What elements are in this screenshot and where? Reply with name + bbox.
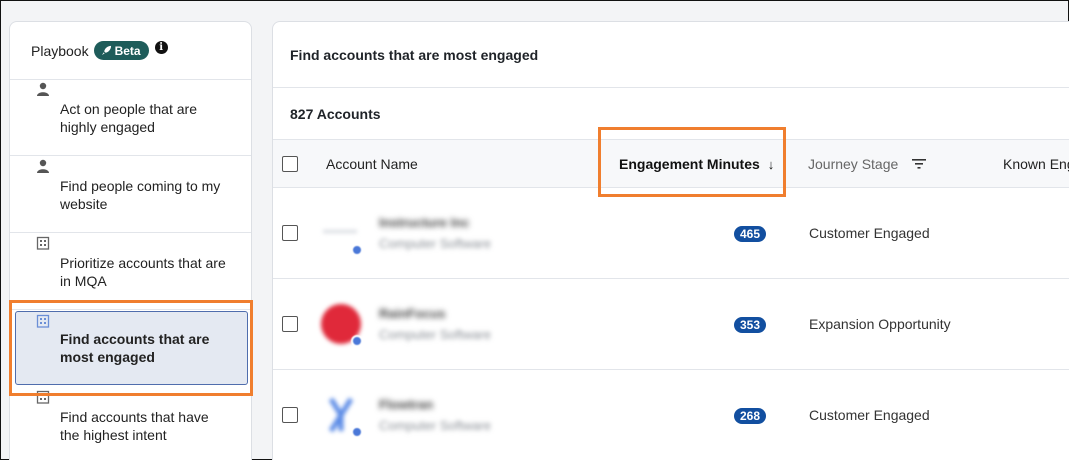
row-checkbox[interactable] [282,407,298,423]
row-checkbox[interactable] [282,225,298,241]
building-icon [36,390,50,404]
sidebar-item-mqa-accounts[interactable]: Prioritize accounts that are in MQA [10,234,251,310]
table-row[interactable]: Instructure Inc Computer Software 465 Cu… [273,188,1069,279]
person-icon [37,82,49,96]
filter-icon[interactable] [912,158,927,170]
journey-stage: Expansion Opportunity [809,316,951,332]
journey-stage: Customer Engaged [809,407,930,423]
journey-stage: Customer Engaged [809,225,930,241]
status-dot [351,335,363,347]
sidebar-header: Playbook Beta i [10,22,251,80]
status-dot [351,426,363,438]
page-title: Find accounts that are most engaged [273,22,1069,88]
beta-label: Beta [114,43,141,58]
sidebar-item-most-engaged-accounts[interactable]: Find accounts that are most engaged [15,311,248,385]
engagement-minutes-badge: 353 [733,317,766,333]
status-dot [351,244,363,256]
column-account-name[interactable]: Account Name [326,140,418,188]
person-icon [37,159,49,173]
select-all-cell [282,140,298,188]
sidebar-item-highly-engaged-people[interactable]: Act on people that are highly engaged [10,80,251,156]
table-row[interactable]: RainFocus Computer Software 353 Expansio… [273,279,1069,370]
column-known-engaged[interactable]: Known Eng [1003,140,1069,188]
column-label: Journey Stage [808,156,899,172]
account-industry: Computer Software [379,418,491,433]
sidebar-item-highest-intent-accounts[interactable]: Find accounts that have the highest inte… [10,388,251,460]
select-all-checkbox[interactable] [282,156,298,172]
sidebar-item-label: Act on people that are highly engaged [60,100,197,135]
column-journey-stage[interactable]: Journey Stage [808,140,927,188]
beta-badge: Beta [93,41,149,60]
info-icon[interactable]: i [154,41,168,54]
table-row[interactable]: Flowtran Computer Software 268 Customer … [273,370,1069,460]
account-name[interactable]: Flowtran [379,397,433,412]
building-icon [36,314,50,328]
sidebar-item-label: Prioritize accounts that are in MQA [60,254,226,289]
accounts-panel: Find accounts that are most engaged 827 … [272,21,1069,460]
sidebar-item-label: Find accounts that are most engaged [60,331,210,365]
sort-descending-icon[interactable]: ↓ [768,157,775,172]
account-industry: Computer Software [379,236,491,251]
rocket-icon [101,45,111,56]
account-industry: Computer Software [379,327,491,342]
playbook-sidebar: Playbook Beta i Act on people that are h… [9,21,252,460]
account-name[interactable]: RainFocus [379,306,445,321]
table-header: Account Name Engagement Minutes ↓ Journe… [273,140,1069,188]
sidebar-item-website-visitors[interactable]: Find people coming to my website [10,157,251,233]
column-engagement-minutes[interactable]: Engagement Minutes ↓ [619,140,774,188]
engagement-minutes-badge: 268 [733,408,766,424]
column-label: Engagement Minutes [619,156,760,172]
account-count: 827 Accounts [273,88,1069,140]
account-name[interactable]: Instructure Inc [379,215,469,230]
sidebar-item-label: Find people coming to my website [60,177,221,212]
building-icon [36,236,50,250]
sidebar-item-label: Find accounts that have the highest inte… [60,408,209,443]
row-checkbox[interactable] [282,316,298,332]
engagement-minutes-badge: 465 [733,226,766,242]
sidebar-title: Playbook [31,42,89,59]
